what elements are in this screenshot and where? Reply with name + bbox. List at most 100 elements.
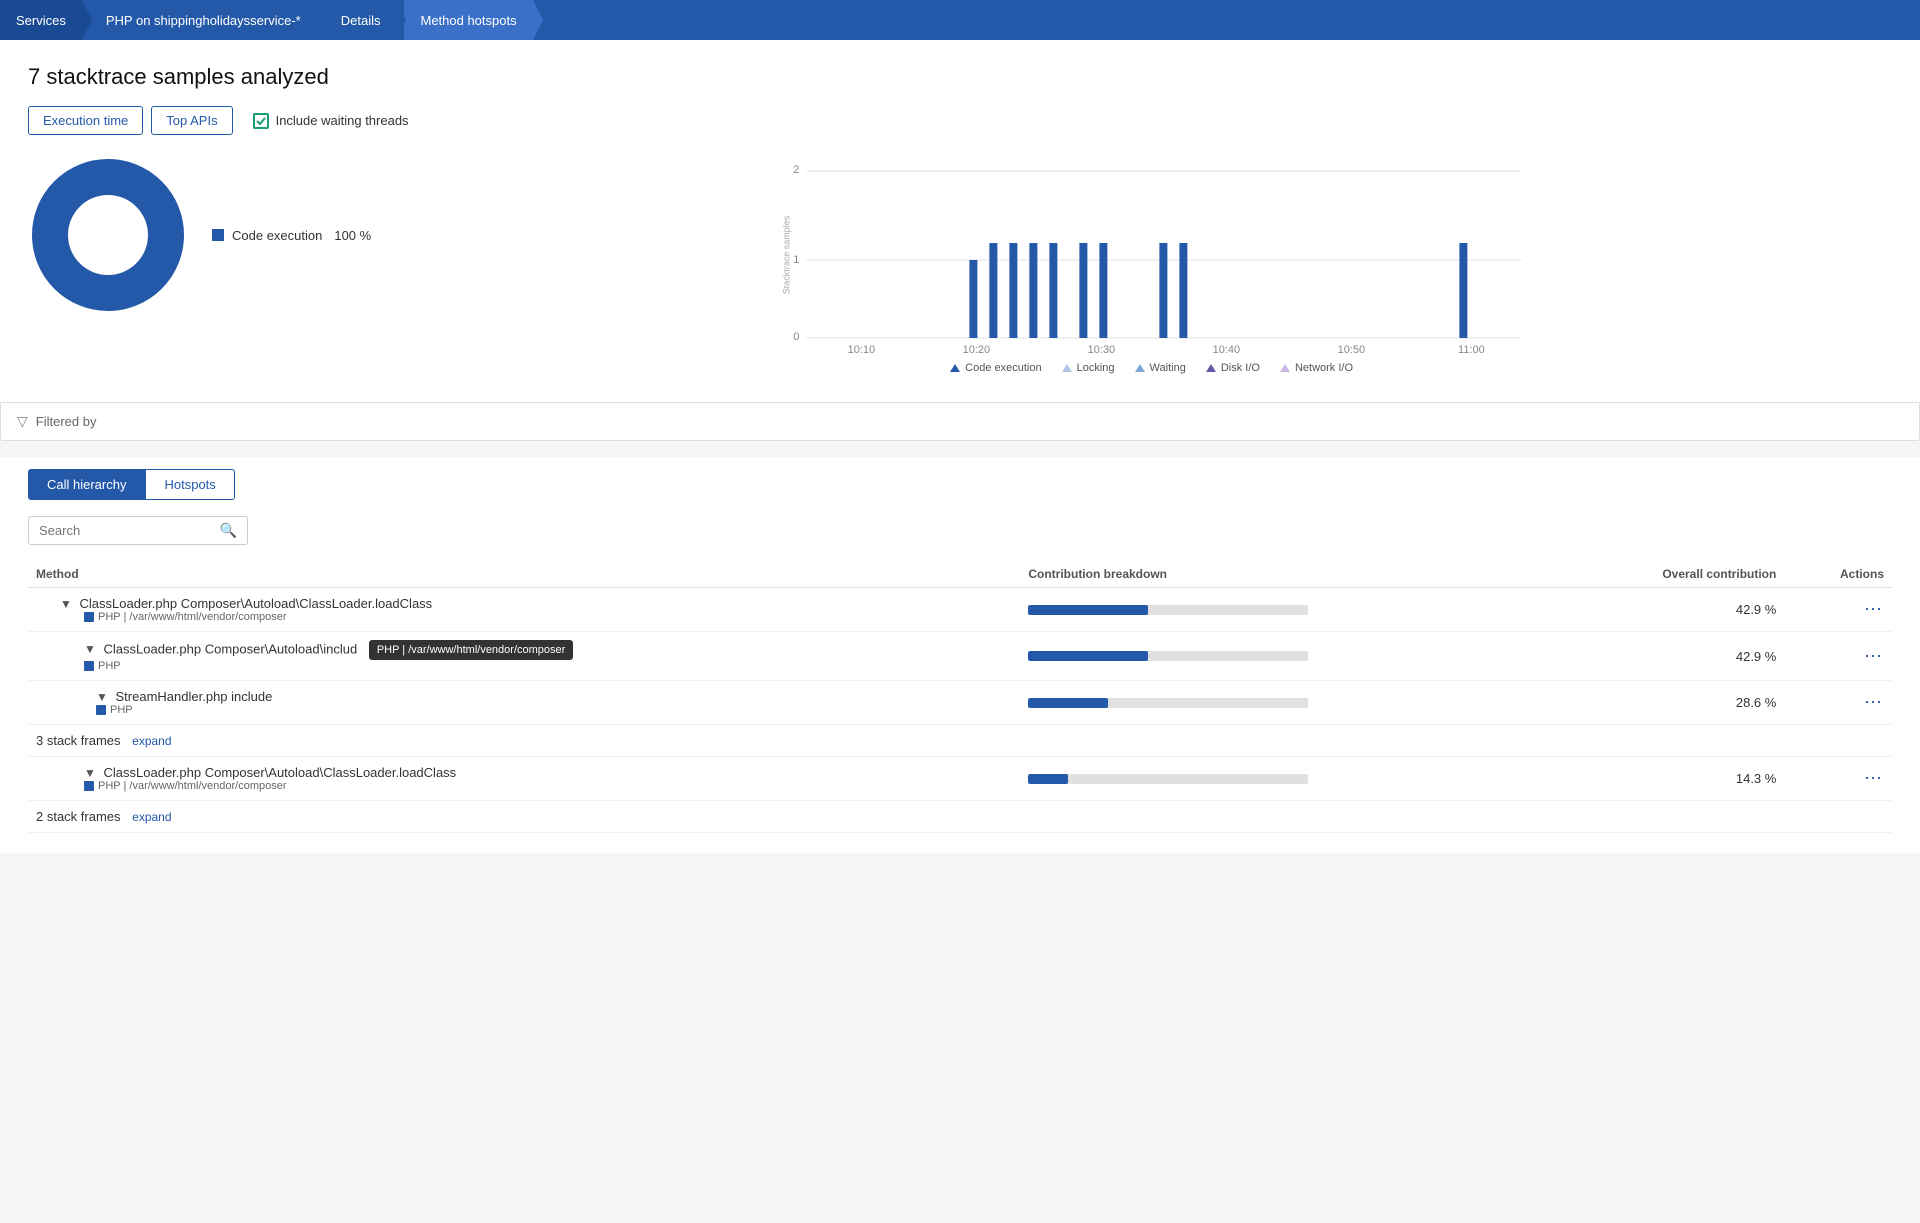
header-method: Method [28, 561, 1020, 588]
search-input[interactable] [39, 523, 216, 538]
row-actions-button[interactable]: ⋯ [1864, 599, 1884, 620]
path-dot [84, 612, 94, 622]
legend-color [212, 229, 224, 241]
method-name: ClassLoader.php Composer\Autoload\includ [104, 641, 358, 656]
method-path: PHP [84, 660, 1012, 672]
breadcrumb-services[interactable]: Services [0, 0, 82, 40]
breadcrumb-method-hotspots[interactable]: Method hotspots [404, 0, 532, 40]
svg-text:10:40: 10:40 [1213, 344, 1241, 355]
method-cell: ▼ StreamHandler.php include PHP [28, 681, 1020, 725]
svg-text:10:10: 10:10 [848, 344, 876, 355]
legend-locking: Locking [1062, 362, 1115, 374]
pct-cell: 28.6 % [1551, 681, 1784, 725]
waiting-icon [1135, 364, 1145, 372]
legend-pct: 100 % [334, 228, 371, 243]
search-bar[interactable]: 🔍 [28, 516, 248, 545]
tab-call-hierarchy[interactable]: Call hierarchy [28, 469, 145, 500]
expand-link[interactable]: expand [132, 734, 171, 748]
method-path: PHP | /var/www/html/vendor/composer [84, 780, 1012, 792]
pct-cell: 14.3 % [1551, 757, 1784, 801]
legend-network-io: Network I/O [1280, 362, 1353, 374]
chevron-icon[interactable]: ▼ [96, 690, 108, 704]
legend-label: Code execution [232, 228, 322, 243]
breadcrumb-details[interactable]: Details [325, 0, 397, 40]
filter-icon: ▽ [17, 413, 28, 430]
header-overall: Overall contribution [1551, 561, 1784, 588]
network-icon [1280, 364, 1290, 372]
contribution-cell [1020, 632, 1551, 681]
method-name: StreamHandler.php include [116, 689, 273, 704]
method-cell: ▼ ClassLoader.php Composer\Autoload\Clas… [28, 757, 1020, 801]
tab-execution-time[interactable]: Execution time [28, 106, 143, 135]
legend-disk-io: Disk I/O [1206, 362, 1260, 374]
method-path: PHP | /var/www/html/vendor/composer [60, 611, 1012, 623]
stack-frames-row: 2 stack frames expand [28, 801, 1892, 833]
tabs-row: Execution time Top APIs Include waiting … [28, 106, 1892, 135]
path-text: PHP [110, 704, 133, 716]
donut-area: Code execution 100 % [28, 155, 371, 315]
contribution-cell [1020, 681, 1551, 725]
chevron-icon[interactable]: ▼ [84, 642, 96, 656]
contribution-cell [1020, 588, 1551, 632]
row-actions-button[interactable]: ⋯ [1864, 646, 1884, 667]
progress-fill [1028, 651, 1148, 661]
chevron-icon[interactable]: ▼ [60, 597, 72, 611]
method-cell: ▼ ClassLoader.php Composer\Autoload\Clas… [28, 588, 1020, 632]
stack-frames-cell: 2 stack frames expand [28, 801, 1892, 833]
actions-cell: ⋯ [1784, 632, 1892, 681]
row-actions-button[interactable]: ⋯ [1864, 768, 1884, 789]
breadcrumb-php[interactable]: PHP on shippingholidaysservice-* [90, 0, 317, 40]
legend-text: Waiting [1150, 362, 1186, 374]
tab-top-apis[interactable]: Top APIs [151, 106, 232, 135]
hierarchy-section: Call hierarchy Hotspots 🔍 Method Contrib… [0, 457, 1920, 853]
include-waiting-checkbox[interactable]: Include waiting threads [253, 113, 409, 129]
bar-chart-area: 2 1 0 Stacktrace samples 10:10 10:20 10:… [411, 155, 1892, 374]
breadcrumb-label: Method hotspots [420, 13, 516, 28]
path-text: PHP [98, 660, 121, 672]
legend-text: Disk I/O [1221, 362, 1260, 374]
svg-text:10:20: 10:20 [963, 344, 991, 355]
filter-label: Filtered by [36, 414, 97, 429]
actions-cell: ⋯ [1784, 757, 1892, 801]
stack-frames-row: 3 stack frames expand [28, 725, 1892, 757]
path-text: PHP | /var/www/html/vendor/composer [98, 780, 287, 792]
legend-code-execution: Code execution 100 % [212, 228, 371, 243]
progress-bar [1028, 605, 1308, 615]
legend-text: Code execution [965, 362, 1041, 374]
path-dot [84, 661, 94, 671]
search-icon: 🔍 [220, 522, 237, 539]
checkbox-icon [253, 113, 269, 129]
legend-code-exec: Code execution [950, 362, 1041, 374]
svg-text:10:30: 10:30 [1088, 344, 1116, 355]
expand-link[interactable]: expand [132, 810, 171, 824]
code-exec-icon [950, 364, 960, 372]
progress-fill [1028, 774, 1068, 784]
tab-hotspots[interactable]: Hotspots [145, 469, 234, 500]
header-contribution: Contribution breakdown [1020, 561, 1551, 588]
path-dot [84, 781, 94, 791]
svg-text:1: 1 [793, 254, 799, 266]
stack-frames-label: 2 stack frames [36, 809, 121, 824]
chart-section: Code execution 100 % 2 1 0 Stacktrace sa… [28, 155, 1892, 374]
chevron-icon[interactable]: ▼ [84, 766, 96, 780]
table-row: ▼ ClassLoader.php Composer\Autoload\incl… [28, 632, 1892, 681]
row-actions-button[interactable]: ⋯ [1864, 692, 1884, 713]
svg-text:2: 2 [793, 164, 799, 176]
table-header-row: Method Contribution breakdown Overall co… [28, 561, 1892, 588]
tooltip: PHP | /var/www/html/vendor/composer [369, 640, 574, 660]
locking-icon [1062, 364, 1072, 372]
path-dot [96, 705, 106, 715]
actions-cell: ⋯ [1784, 681, 1892, 725]
breadcrumb-nav: Services PHP on shippingholidaysservice-… [0, 0, 1920, 40]
svg-text:0: 0 [793, 331, 799, 343]
path-text: PHP | /var/www/html/vendor/composer [98, 611, 287, 623]
progress-fill [1028, 605, 1148, 615]
chart-legend: Code execution Locking Waiting Disk I/O … [411, 362, 1892, 374]
filter-bar: ▽ Filtered by [0, 402, 1920, 441]
main-panel: 7 stacktrace samples analyzed Execution … [0, 40, 1920, 402]
stack-frames-cell: 3 stack frames expand [28, 725, 1892, 757]
pct-cell: 42.9 % [1551, 588, 1784, 632]
table-row: ▼ StreamHandler.php include PHP 28.6 % [28, 681, 1892, 725]
method-table: Method Contribution breakdown Overall co… [28, 561, 1892, 833]
donut-chart [28, 155, 188, 315]
